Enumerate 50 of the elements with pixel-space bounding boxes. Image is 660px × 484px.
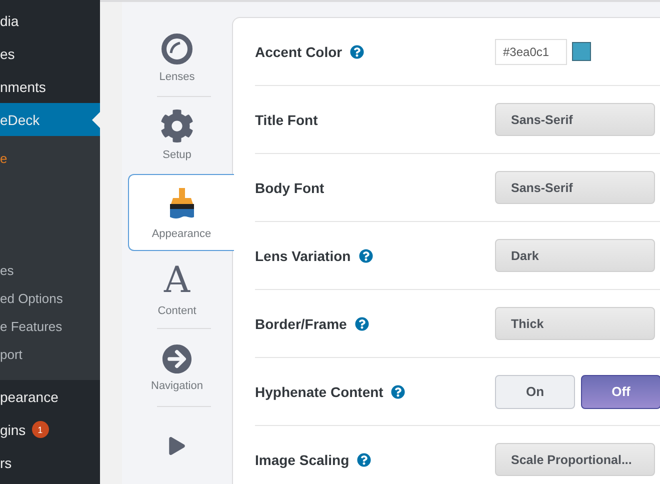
- submenu-item[interactable]: ed Options: [0, 284, 100, 312]
- settings-tab[interactable]: Setup: [122, 96, 232, 174]
- setting-label: Body Font: [255, 180, 324, 196]
- help-icon[interactable]: [357, 452, 372, 466]
- play-icon: [168, 436, 186, 455]
- dropdown-select[interactable]: Sans-Serif: [495, 103, 655, 136]
- settings-tab[interactable]: Lenses: [122, 19, 232, 96]
- menu-label: rs: [0, 454, 12, 470]
- sidebar-menu-item[interactable]: dia: [0, 4, 100, 37]
- dropdown-select[interactable]: Scale Proportional...: [495, 443, 655, 476]
- dropdown-select[interactable]: Dark: [495, 239, 655, 272]
- menu-label: gins: [0, 422, 26, 438]
- sidebar-menu-item[interactable]: eDeck: [0, 103, 100, 136]
- setting-label: Image Scaling: [255, 452, 350, 468]
- sidebar-menu-item[interactable]: pearance: [0, 380, 100, 413]
- sidebar-menu-item[interactable]: rs: [0, 446, 100, 479]
- ring-icon: [161, 32, 193, 64]
- submenu-item[interactable]: es: [0, 256, 100, 284]
- gear-icon: [160, 109, 194, 144]
- toggle-button[interactable]: On: [495, 374, 575, 408]
- sidebar-menu-item[interactable]: es: [0, 37, 100, 70]
- count-badge: 1: [32, 421, 49, 438]
- sidebar-menu-item[interactable]: nments: [0, 70, 100, 103]
- settings-tab[interactable]: Navigation: [122, 329, 232, 406]
- setting-label: Hyphenate Content: [255, 384, 384, 400]
- submenu-item[interactable]: e: [0, 144, 100, 172]
- submenu-item[interactable]: e Features: [0, 312, 100, 340]
- help-icon[interactable]: [354, 316, 369, 330]
- submenu-item[interactable]: port: [0, 340, 100, 368]
- help-icon[interactable]: [391, 384, 406, 398]
- help-icon[interactable]: [350, 44, 364, 58]
- letter-glyph: A: [164, 262, 190, 299]
- setting-label: Accent Color: [255, 44, 342, 60]
- settings-tab[interactable]: Appearance: [128, 174, 234, 252]
- help-icon[interactable]: [358, 248, 373, 262]
- menu-label: pearance: [0, 388, 58, 404]
- sidebar-menu-item[interactable]: gins 1: [0, 413, 100, 446]
- color-swatch[interactable]: [572, 42, 591, 61]
- menu-label: eDeck: [0, 112, 40, 128]
- dropdown-select[interactable]: Thick: [495, 307, 655, 340]
- menu-label: es: [0, 46, 15, 62]
- settings-tab[interactable]: A Content: [122, 251, 232, 328]
- setting-label: Lens Variation: [255, 248, 351, 264]
- menu-label: dia: [0, 12, 19, 28]
- dropdown-select[interactable]: Sans-Serif: [495, 171, 655, 204]
- setting-label: Title Font: [255, 112, 318, 128]
- color-input-field[interactable]: #3ea0c1: [495, 38, 567, 64]
- menu-label: nments: [0, 78, 46, 94]
- toggle-button[interactable]: Off: [581, 374, 660, 408]
- setting-label: Border/Frame: [255, 316, 347, 332]
